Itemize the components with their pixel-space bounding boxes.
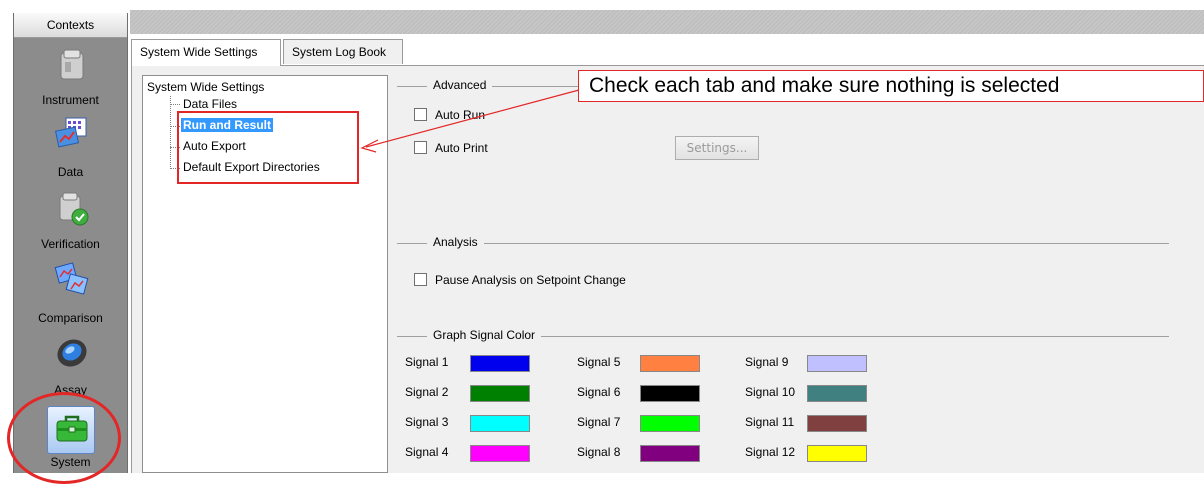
system-highlight-circle: [7, 392, 121, 484]
signal-2-label: Signal 2: [405, 385, 449, 399]
tab-system-wide-settings[interactable]: System Wide Settings: [131, 39, 281, 66]
signal-10-label: Signal 10: [745, 385, 796, 399]
signal-4-color-swatch[interactable]: [470, 445, 530, 462]
signal-3-label: Signal 3: [405, 415, 449, 429]
auto-print-box: [414, 141, 427, 154]
signal-1-label: Signal 1: [405, 355, 449, 369]
auto-print-label: Auto Print: [435, 141, 488, 155]
pause-analysis-checkbox[interactable]: Pause Analysis on Setpoint Change: [414, 273, 626, 287]
instrument-icon: [60, 49, 84, 80]
signal-4-label: Signal 4: [405, 445, 449, 459]
signal-10-color-swatch[interactable]: [807, 385, 867, 402]
signal-3-color-swatch[interactable]: [470, 415, 530, 432]
signal-7-label: Signal 7: [577, 415, 621, 429]
auto-print-checkbox[interactable]: Auto Print: [414, 141, 488, 155]
context-verification-label: Verification: [41, 237, 100, 251]
signal-11-color-swatch[interactable]: [807, 415, 867, 432]
advanced-group-title: Advanced: [427, 78, 493, 92]
signal-12-color-swatch[interactable]: [807, 445, 867, 462]
context-instrument-label: Instrument: [42, 93, 99, 107]
signal-6-label: Signal 6: [577, 385, 621, 399]
signal-7-color-swatch[interactable]: [640, 415, 700, 432]
signal-9-color-swatch[interactable]: [807, 355, 867, 372]
signal-5-color-swatch[interactable]: [640, 355, 700, 372]
verification-icon: [59, 192, 89, 226]
auto-run-label: Auto Run: [435, 108, 486, 122]
tab-system-log-book[interactable]: System Log Book: [283, 39, 403, 64]
assay-icon: [57, 339, 87, 367]
signal-12-label: Signal 12: [745, 445, 796, 459]
auto-run-checkbox[interactable]: Auto Run: [414, 108, 485, 122]
context-data-label: Data: [57, 165, 84, 179]
signal-9-label: Signal 9: [745, 355, 789, 369]
signal-11-label: Signal 11: [745, 415, 795, 429]
signal-1-color-swatch[interactable]: [470, 355, 530, 372]
settings-button[interactable]: Settings...: [675, 136, 759, 160]
tree-highlight-box: [177, 111, 359, 184]
pause-analysis-label: Pause Analysis on Setpoint Change: [435, 273, 626, 287]
analysis-group-line: [397, 243, 1169, 244]
signal-8-label: Signal 8: [577, 445, 621, 459]
comparison-icon: [54, 262, 89, 295]
signal-2-color-swatch[interactable]: [470, 385, 530, 402]
context-instrument[interactable]: Instrument: [14, 39, 127, 111]
tree-root[interactable]: System Wide Settings: [147, 80, 264, 94]
contexts-header: Contexts: [14, 13, 127, 38]
signal-5-label: Signal 5: [577, 355, 621, 369]
callout-text: Check each tab and make sure nothing is …: [578, 70, 1204, 102]
pause-analysis-box: [414, 273, 427, 286]
context-assay[interactable]: Assay: [14, 329, 127, 401]
context-data[interactable]: Data: [14, 111, 127, 183]
context-verification[interactable]: Verification: [14, 183, 127, 255]
tree-item-data-files[interactable]: Data Files: [183, 97, 237, 111]
graph-signal-color-group-title: Graph Signal Color: [427, 328, 542, 342]
auto-run-box: [414, 108, 427, 121]
signal-6-color-swatch[interactable]: [640, 385, 700, 402]
context-comparison-label: Comparison: [38, 311, 103, 325]
context-comparison[interactable]: Comparison: [14, 255, 127, 329]
analysis-group-title: Analysis: [427, 235, 484, 249]
data-icon: [54, 117, 87, 148]
signal-8-color-swatch[interactable]: [640, 445, 700, 462]
title-bar: [130, 10, 1204, 34]
